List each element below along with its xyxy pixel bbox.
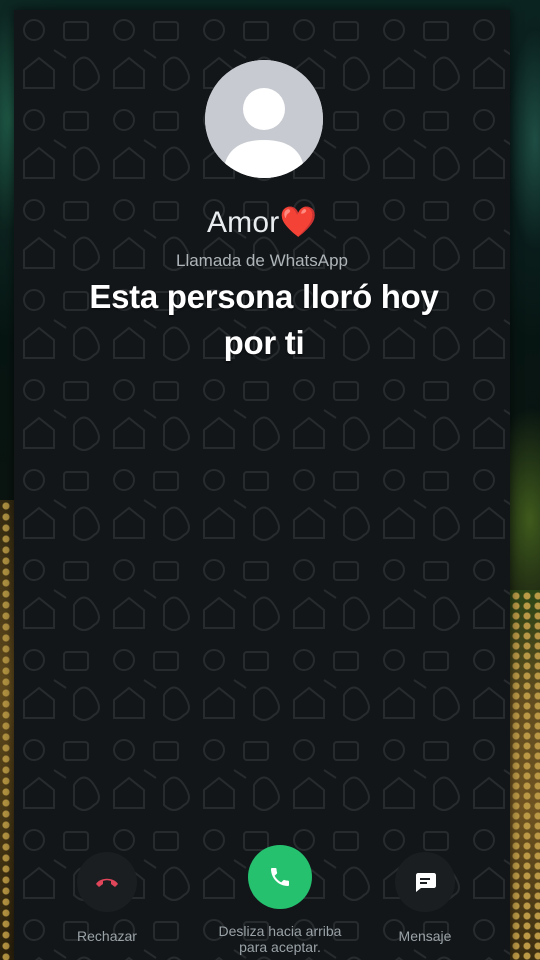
incoming-call-screen: Amor❤️ Llamada de WhatsApp Esta persona … bbox=[14, 10, 510, 960]
heart-icon: ❤️ bbox=[279, 206, 318, 239]
accept-circle[interactable] bbox=[248, 845, 312, 909]
reject-label: Rechazar bbox=[77, 928, 137, 944]
message-button[interactable]: Mensaje bbox=[390, 852, 460, 944]
contact-avatar bbox=[205, 60, 323, 178]
contact-name: Amor❤️ bbox=[14, 205, 510, 240]
caption-line-1: Esta persona lloró hoy bbox=[89, 278, 439, 315]
reject-circle[interactable] bbox=[77, 852, 137, 912]
accept-hint-line-1: Desliza hacia arriba bbox=[218, 923, 342, 939]
background-texture-right bbox=[510, 590, 540, 960]
phone-icon bbox=[271, 868, 289, 886]
accept-hint-line-2: para aceptar. bbox=[239, 939, 321, 955]
accept-call-button[interactable]: Desliza hacia arriba para aceptar. bbox=[190, 845, 370, 955]
call-type-label: Llamada de WhatsApp bbox=[176, 251, 348, 270]
caption-line-2: por ti bbox=[223, 324, 305, 361]
video-caption: Esta persona lloró hoy por ti bbox=[64, 274, 464, 366]
contact-name-text: Amor bbox=[206, 206, 280, 239]
message-circle[interactable] bbox=[395, 852, 455, 912]
reject-call-button[interactable]: Rechazar bbox=[62, 852, 152, 944]
message-label: Mensaje bbox=[398, 928, 452, 944]
message-icon bbox=[416, 873, 436, 892]
phone-hangup-icon bbox=[96, 878, 118, 887]
accept-hint: Desliza hacia arriba para aceptar. bbox=[190, 923, 370, 955]
